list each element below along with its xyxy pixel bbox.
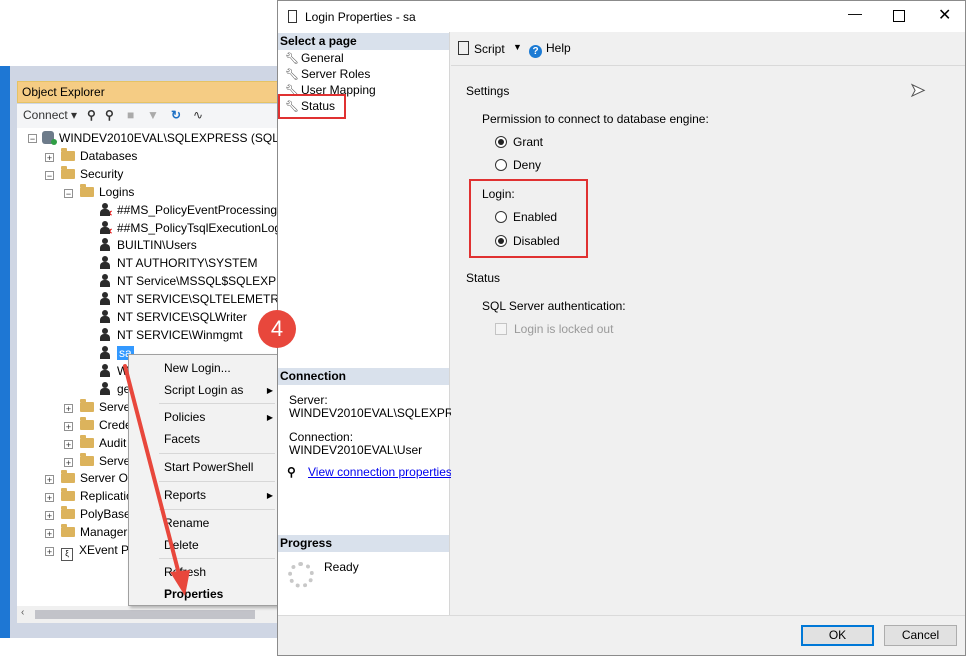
annotation-arrow-head xyxy=(170,570,190,596)
annotation-arrow xyxy=(123,364,182,580)
annotation-arrow-layer xyxy=(123,364,190,596)
